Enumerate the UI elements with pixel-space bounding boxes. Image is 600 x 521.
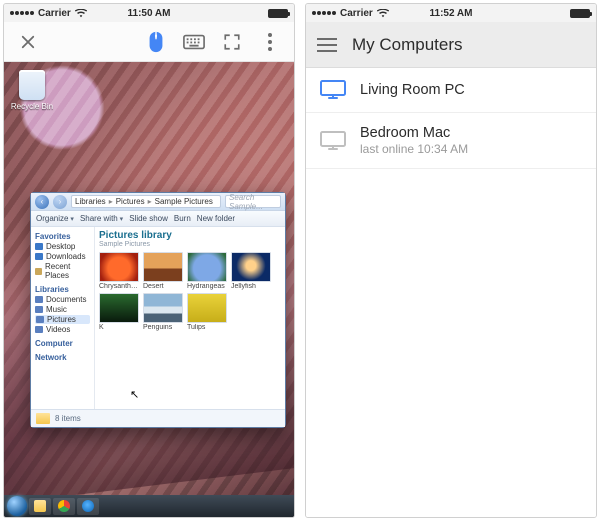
explorer-window[interactable]: ‹ › Libraries▸ Pictures▸ Sample Pictures… bbox=[30, 192, 286, 428]
fullscreen-button[interactable] bbox=[216, 26, 248, 58]
explorer-command-bar: Organize Share with Slide show Burn New … bbox=[31, 211, 285, 227]
nav-libraries-header: Libraries bbox=[35, 285, 90, 294]
windows-taskbar[interactable] bbox=[4, 495, 294, 517]
thumbnail-desert[interactable]: Desert bbox=[143, 252, 183, 290]
nav-back-button[interactable]: ‹ bbox=[35, 195, 49, 209]
explorer-status-bar: 8 items bbox=[31, 409, 285, 427]
thumbnail-image bbox=[143, 293, 183, 323]
computer-icon bbox=[320, 131, 346, 151]
thumbnail-image bbox=[99, 252, 139, 282]
menu-icon bbox=[317, 38, 337, 52]
explorer-content: Pictures library Sample Pictures Chrysan… bbox=[95, 227, 285, 409]
library-heading: Pictures library bbox=[99, 230, 281, 241]
recycle-bin-label: Recycle Bin bbox=[10, 102, 54, 111]
computer-icon bbox=[320, 80, 346, 100]
explorer-nav-pane: Favorites Desktop Downloads Recent Place… bbox=[31, 227, 95, 409]
menu-button[interactable] bbox=[316, 34, 338, 56]
start-button[interactable] bbox=[7, 496, 27, 516]
recycle-bin[interactable]: Recycle Bin bbox=[10, 70, 54, 111]
mouse-mode-button[interactable] bbox=[140, 26, 172, 58]
thumbnail-caption: Tulips bbox=[187, 324, 227, 331]
clock: 11:50 AM bbox=[4, 8, 294, 19]
computer-row[interactable]: Living Room PC bbox=[306, 68, 596, 113]
computer-status: last online 10:34 AM bbox=[360, 142, 468, 156]
nav-computer-header[interactable]: Computer bbox=[35, 339, 90, 348]
computers-header: My Computers bbox=[306, 22, 596, 68]
nav-item-videos[interactable]: Videos bbox=[35, 325, 90, 334]
computer-name: Bedroom Mac bbox=[360, 125, 468, 141]
nav-forward-button[interactable]: › bbox=[53, 195, 67, 209]
taskbar-ie[interactable] bbox=[77, 498, 99, 515]
thumbnail-image bbox=[187, 293, 227, 323]
cmd-slideshow[interactable]: Slide show bbox=[129, 214, 168, 223]
computers-list: Living Room PC Bedroom Maclast online 10:… bbox=[306, 68, 596, 517]
keyboard-button[interactable] bbox=[178, 26, 210, 58]
keyboard-icon bbox=[183, 34, 205, 50]
breadcrumb-seg[interactable]: Libraries bbox=[75, 197, 106, 206]
thumbnail-caption: Penguins bbox=[143, 324, 183, 331]
nav-item-downloads[interactable]: Downloads bbox=[35, 252, 90, 261]
overflow-button[interactable] bbox=[254, 26, 286, 58]
thumbnail-jellyfish[interactable]: Jellyfish bbox=[231, 252, 271, 290]
fullscreen-icon bbox=[223, 33, 241, 51]
more-vert-icon bbox=[267, 33, 273, 51]
taskbar-explorer[interactable] bbox=[29, 498, 51, 515]
ios-status-bar: Carrier 11:52 AM bbox=[306, 4, 596, 22]
thumbnail-k[interactable]: K bbox=[99, 293, 139, 331]
thumbnail-image bbox=[187, 252, 227, 282]
folder-icon bbox=[36, 413, 50, 424]
thumbnail-chrysanthemum[interactable]: Chrysanthemum bbox=[99, 252, 139, 290]
library-subheading: Sample Pictures bbox=[99, 241, 281, 248]
thumbnail-hydrangeas[interactable]: Hydrangeas bbox=[187, 252, 227, 290]
trash-icon bbox=[19, 70, 45, 100]
thumbnail-image bbox=[99, 293, 139, 323]
address-breadcrumb[interactable]: Libraries▸ Pictures▸ Sample Pictures bbox=[71, 195, 221, 208]
nav-item-pictures[interactable]: Pictures bbox=[35, 315, 90, 324]
thumbnail-image bbox=[143, 252, 183, 282]
right-screen: Carrier 11:52 AM My Computers Living Roo… bbox=[305, 3, 597, 518]
nav-network-header[interactable]: Network bbox=[35, 353, 90, 362]
nav-item-music[interactable]: Music bbox=[35, 305, 90, 314]
explorer-titlebar[interactable]: ‹ › Libraries▸ Pictures▸ Sample Pictures… bbox=[31, 193, 285, 211]
nav-favorites-header: Favorites bbox=[35, 232, 90, 241]
thumbnail-image bbox=[231, 252, 271, 282]
battery-icon bbox=[570, 9, 590, 18]
thumbnail-caption: Hydrangeas bbox=[187, 283, 227, 290]
explorer-search-input[interactable]: Search Sample... bbox=[225, 195, 281, 208]
thumbnail-penguins[interactable]: Penguins bbox=[143, 293, 183, 331]
cmd-share[interactable]: Share with bbox=[80, 214, 123, 223]
nav-item-recent[interactable]: Recent Places bbox=[35, 262, 90, 280]
cmd-burn[interactable]: Burn bbox=[174, 214, 191, 223]
page-title: My Computers bbox=[352, 35, 463, 55]
taskbar-chrome[interactable] bbox=[53, 498, 75, 515]
clock: 11:52 AM bbox=[306, 8, 596, 19]
mouse-icon bbox=[146, 31, 166, 53]
cmd-organize[interactable]: Organize bbox=[36, 214, 74, 223]
thumbnail-caption: K bbox=[99, 324, 139, 331]
close-button[interactable] bbox=[12, 26, 44, 58]
battery-icon bbox=[268, 9, 288, 18]
remote-desktop-viewport[interactable]: Recycle Bin ‹ › Libraries▸ Pictures▸ Sam… bbox=[4, 62, 294, 517]
thumbnail-tulips[interactable]: Tulips bbox=[187, 293, 227, 331]
remote-session-toolbar bbox=[4, 22, 294, 62]
breadcrumb-seg[interactable]: Pictures bbox=[116, 197, 145, 206]
computer-row[interactable]: Bedroom Maclast online 10:34 AM bbox=[306, 113, 596, 169]
thumbnail-caption: Chrysanthemum bbox=[99, 283, 139, 290]
nav-item-desktop[interactable]: Desktop bbox=[35, 242, 90, 251]
computer-name: Living Room PC bbox=[360, 82, 465, 98]
thumbnail-caption: Desert bbox=[143, 283, 183, 290]
ios-status-bar: Carrier 11:50 AM bbox=[4, 4, 294, 22]
nav-item-documents[interactable]: Documents bbox=[35, 295, 90, 304]
status-text: 8 items bbox=[55, 414, 81, 423]
thumbnail-caption: Jellyfish bbox=[231, 283, 271, 290]
breadcrumb-seg[interactable]: Sample Pictures bbox=[155, 197, 213, 206]
left-screen: Carrier 11:50 AM bbox=[3, 3, 295, 518]
cmd-newfolder[interactable]: New folder bbox=[197, 214, 235, 223]
